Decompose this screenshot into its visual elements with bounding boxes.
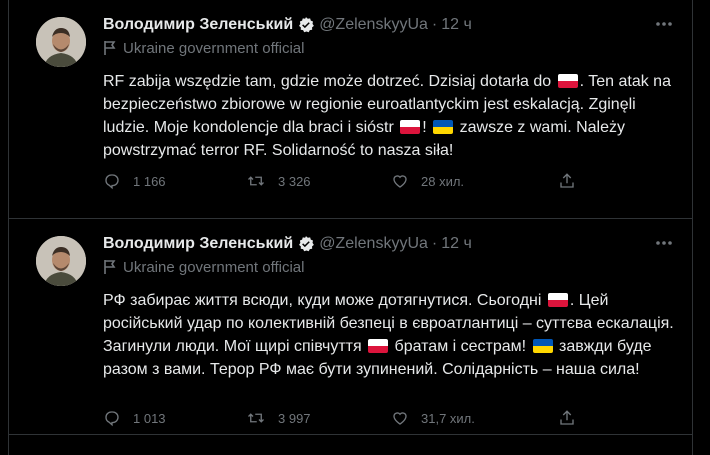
share-button[interactable] [558, 408, 588, 428]
more-dots-icon[interactable] [654, 14, 674, 39]
separator-dot: · [431, 235, 438, 252]
poland-flag-icon [547, 293, 568, 307]
tweet-header: Володимир Зеленський @ZelenskyyUa · 12 ч [103, 14, 674, 36]
retweet-count: 3 326 [278, 173, 311, 189]
heart-icon [393, 412, 407, 425]
tweet-text-part: РФ забирає життя всюди, куди може дотягн… [103, 292, 542, 309]
timestamp[interactable]: 12 ч [441, 235, 472, 253]
ukraine-flag-icon [433, 120, 454, 134]
reply-button[interactable]: 1 166 [103, 171, 166, 191]
tweet-header: Володимир Зеленський @ZelenskyyUa · 12 ч [103, 233, 674, 255]
separator-dot: · [431, 16, 438, 33]
author-name[interactable]: Володимир Зеленський [103, 235, 293, 253]
poland-flag-icon [557, 74, 578, 88]
more-dots-icon[interactable] [654, 233, 674, 258]
like-count: 31,7 хил. [421, 410, 475, 426]
reply-count: 1 166 [133, 173, 166, 189]
retweet-icon [248, 176, 264, 186]
tweet-text: RF zabija wszędzie tam, gdzie może dotrz… [103, 70, 674, 162]
avatar[interactable] [36, 236, 86, 286]
like-button[interactable]: 28 хил. [391, 171, 464, 191]
share-icon [560, 410, 574, 425]
government-label: Ukraine government official [103, 256, 674, 278]
poland-flag-icon [400, 120, 421, 134]
heart-icon [393, 175, 407, 188]
government-label-text: Ukraine government official [123, 39, 305, 57]
reply-icon [105, 411, 119, 427]
like-button[interactable]: 31,7 хил. [391, 408, 475, 428]
retweet-icon [248, 413, 264, 423]
author-name[interactable]: Володимир Зеленський [103, 16, 293, 34]
retweet-button[interactable]: 3 997 [246, 408, 311, 428]
tweet-text: РФ забирає життя всюди, куди може дотягн… [103, 289, 674, 381]
tweet-text-part: ! [422, 119, 427, 136]
tweet[interactable]: Володимир Зеленський @ZelenskyyUa · 12 ч… [9, 0, 692, 219]
timeline: Володимир Зеленський @ZelenskyyUa · 12 ч… [8, 0, 693, 455]
retweet-button[interactable]: 3 326 [246, 171, 311, 191]
flag-outline-icon [104, 41, 116, 55]
retweet-count: 3 997 [278, 410, 311, 426]
reply-icon [105, 174, 119, 190]
government-label-text: Ukraine government official [123, 258, 305, 276]
verified-badge-icon[interactable] [297, 235, 315, 253]
tweet[interactable]: Володимир Зеленський @ZelenskyyUa · 12 ч… [9, 219, 692, 435]
share-icon [560, 173, 574, 188]
reply-button[interactable]: 1 013 [103, 408, 166, 428]
reply-count: 1 013 [133, 410, 166, 426]
ukraine-flag-icon [532, 339, 553, 353]
flag-outline-icon [104, 260, 116, 274]
poland-flag-icon [368, 339, 389, 353]
government-label: Ukraine government official [103, 37, 674, 59]
like-count: 28 хил. [421, 173, 465, 189]
verified-badge-icon[interactable] [297, 16, 315, 34]
tweet-text-part: братам і сестрам! [394, 338, 527, 355]
tweet-text-part: RF zabija wszędzie tam, gdzie może dotrz… [103, 73, 552, 90]
avatar[interactable] [36, 17, 86, 67]
author-handle[interactable]: @ZelenskyyUa [319, 16, 428, 34]
share-button[interactable] [558, 171, 588, 191]
author-handle[interactable]: @ZelenskyyUa [319, 235, 428, 253]
timestamp[interactable]: 12 ч [441, 16, 472, 34]
